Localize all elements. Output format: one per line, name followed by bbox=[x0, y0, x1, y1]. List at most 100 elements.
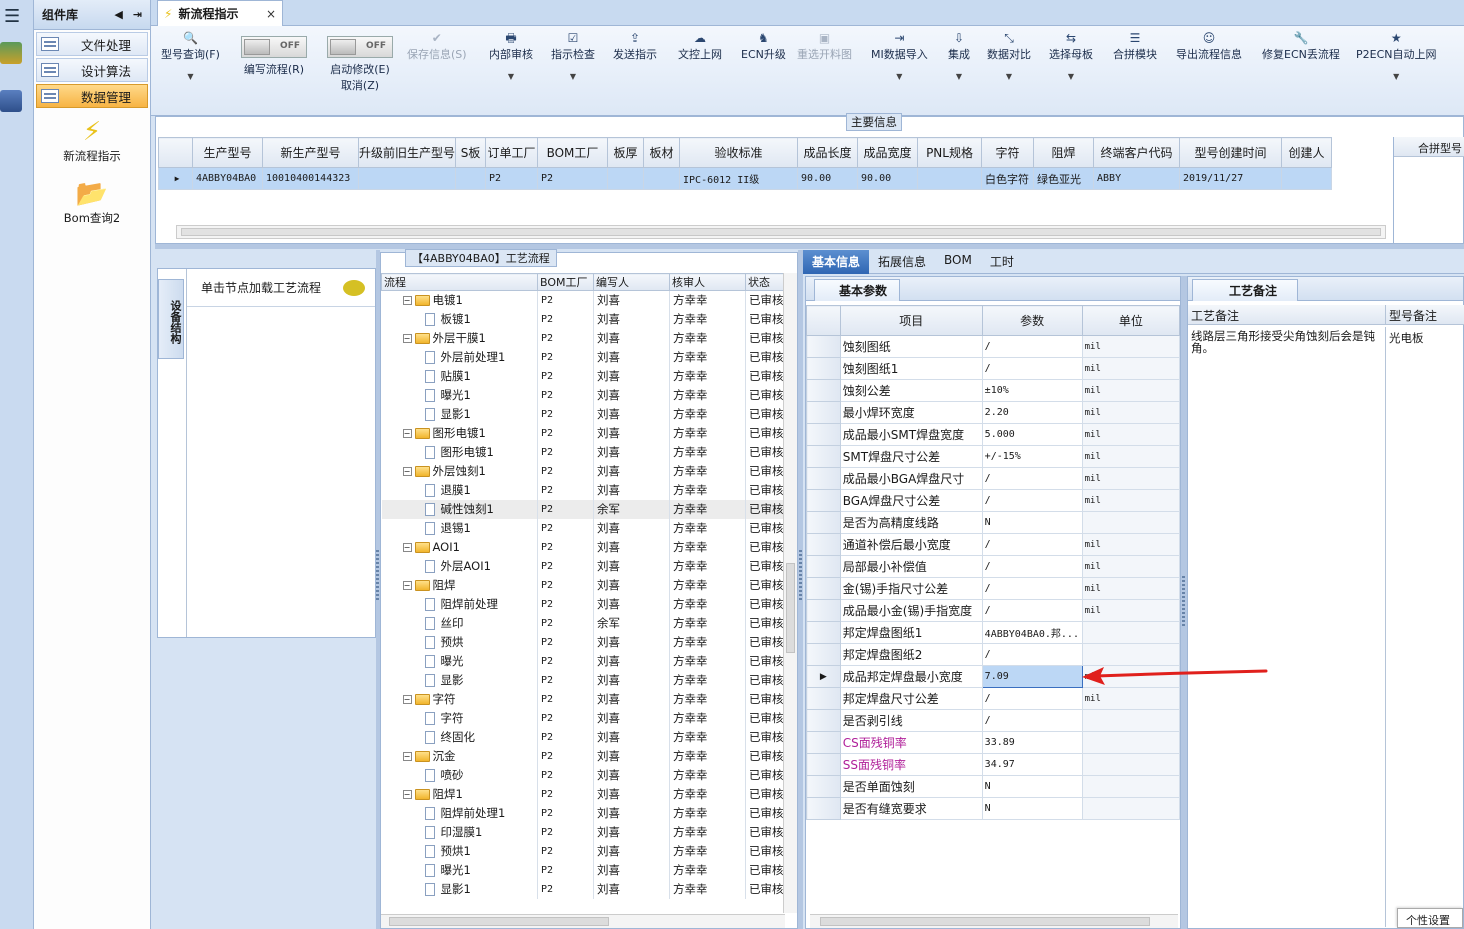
table-row[interactable]: 板镀1 P2 刘喜 方幸幸 已审核 bbox=[381, 309, 786, 329]
column-header[interactable]: 参数 bbox=[981, 305, 1083, 336]
fix-ecn-button[interactable]: 🔧 修复ECN丢流程 bbox=[1262, 30, 1340, 62]
table-row[interactable]: 成品最小BGA焊盘尺寸 / mil bbox=[806, 467, 1181, 490]
tree-collapse-icon[interactable]: − bbox=[402, 333, 412, 343]
sidebar-item-0[interactable]: 文件处理 bbox=[36, 32, 148, 56]
column-header[interactable]: BOM工厂 bbox=[537, 137, 609, 168]
column-header[interactable]: 型号创建时间 bbox=[1179, 137, 1283, 168]
mi-import-button[interactable]: ⇥ MI数据导入 ▼ bbox=[871, 30, 928, 81]
personal-settings-button[interactable]: 个性设置 bbox=[1397, 908, 1463, 928]
table-row[interactable]: SS面残铜率 34.97 bbox=[806, 753, 1181, 776]
column-header[interactable]: 新生产型号 bbox=[262, 137, 359, 168]
bom-query-tool[interactable]: 📂 Bom查询2 bbox=[34, 178, 150, 226]
start-modify-toggle[interactable]: OFF 启动修改(E) 取消(Z) bbox=[327, 30, 393, 93]
column-header[interactable]: 流程 bbox=[381, 273, 538, 291]
toggle-switch[interactable]: OFF bbox=[241, 36, 307, 58]
edit-flow-toggle[interactable]: OFF 编写流程(R) bbox=[241, 30, 307, 77]
param-value[interactable]: / bbox=[981, 357, 1083, 380]
table-row[interactable]: 丝印 P2 余军 方幸幸 已审核 bbox=[381, 613, 786, 633]
column-header[interactable]: 成品宽度 bbox=[857, 137, 919, 168]
table-row[interactable]: SMT焊盘尺寸公差 +/-15% mil bbox=[806, 445, 1181, 468]
table-cell[interactable]: ABBY bbox=[1093, 167, 1181, 190]
table-row[interactable]: 蚀刻图纸1/mil bbox=[806, 357, 1181, 380]
table-cell[interactable]: P2 bbox=[485, 167, 539, 190]
param-value[interactable]: +/-15% bbox=[981, 445, 1083, 468]
table-row[interactable]: BGA焊盘尺寸公差 / mil bbox=[806, 489, 1181, 512]
param-value[interactable]: 4ABBY04BA0.邦... bbox=[981, 621, 1083, 644]
detail-tab-0[interactable]: 基本信息 bbox=[803, 250, 870, 274]
table-cell[interactable]: 10010400144323 bbox=[262, 167, 359, 190]
table-row[interactable]: 成品最小SMT焊盘宽度 5.000 mil bbox=[806, 423, 1181, 446]
select-master-button[interactable]: ⇆ 选择母板 ▼ bbox=[1049, 30, 1093, 81]
close-icon[interactable]: × bbox=[266, 7, 276, 21]
table-row[interactable]: 阻焊前处理1 P2 刘喜 方幸幸 已审核 bbox=[381, 803, 786, 823]
column-header[interactable]: 板材 bbox=[643, 137, 681, 168]
process-splitter[interactable] bbox=[798, 250, 803, 929]
table-cell[interactable] bbox=[607, 167, 645, 190]
table-cell[interactable] bbox=[643, 167, 681, 190]
param-value[interactable]: 7.09 bbox=[981, 665, 1083, 688]
table-cell[interactable] bbox=[357, 167, 457, 190]
column-header[interactable]: 阻焊 bbox=[1033, 137, 1095, 168]
table-row[interactable]: 通道补偿后最小宽度 / mil bbox=[806, 533, 1181, 556]
table-cell[interactable]: 4ABBY04BA0 bbox=[192, 167, 263, 190]
param-value[interactable]: / bbox=[981, 643, 1083, 666]
param-value[interactable]: ±10% bbox=[981, 379, 1083, 402]
column-header[interactable]: 字符 bbox=[981, 137, 1035, 168]
app-icon-excel[interactable] bbox=[0, 42, 22, 64]
table-row[interactable]: 退膜1 P2 刘喜 方幸幸 已审核 bbox=[381, 480, 786, 500]
table-row[interactable]: 字符 P2 刘喜 方幸幸 已审核 bbox=[381, 708, 786, 728]
chevron-down-icon[interactable]: ▼ bbox=[161, 72, 220, 81]
export-flow-button[interactable]: ☺ 导出流程信息 bbox=[1176, 30, 1242, 62]
table-row[interactable]: 曝光1 P2 刘喜 方幸幸 已审核 bbox=[381, 385, 786, 405]
table-row[interactable]: 是否单面蚀刻 N bbox=[806, 775, 1181, 798]
collapse-left-icon[interactable]: ◀ bbox=[114, 8, 122, 21]
column-header[interactable]: 核审人 bbox=[669, 273, 746, 291]
param-value[interactable]: / bbox=[981, 335, 1083, 358]
table-row[interactable]: CS面残铜率 33.89 bbox=[806, 731, 1181, 754]
table-row[interactable]: 蚀刻图纸 / mil bbox=[806, 335, 1181, 358]
table-row[interactable]: 是否剥引线 / bbox=[806, 709, 1181, 732]
table-row[interactable]: 预烘 P2 刘喜 方幸幸 已审核 bbox=[381, 632, 786, 652]
param-value[interactable]: 34.97 bbox=[981, 753, 1083, 776]
detail-tab-3[interactable]: 工时 bbox=[981, 250, 1023, 274]
detail-tab-1[interactable]: 拓展信息 bbox=[869, 250, 935, 274]
table-row[interactable]: − 电镀1 P2 刘喜 方幸幸 已审核 bbox=[381, 290, 786, 310]
main-info-hscrollbar[interactable] bbox=[176, 225, 1386, 239]
table-cell[interactable] bbox=[1281, 167, 1333, 190]
table-cell[interactable] bbox=[455, 167, 487, 190]
toggle-switch[interactable]: OFF bbox=[327, 36, 393, 58]
table-row[interactable]: 局部最小补偿值 / mil bbox=[806, 555, 1181, 578]
table-row[interactable]: − 字符 P2 刘喜 方幸幸 已审核 bbox=[381, 689, 786, 709]
table-row[interactable]: 图形电镀1 P2 刘喜 方幸幸 已审核 bbox=[381, 442, 786, 462]
tab-basic-params[interactable]: 基本参数 bbox=[814, 279, 901, 301]
table-cell[interactable]: P2 bbox=[537, 167, 609, 190]
table-row[interactable]: − 阻焊 P2 刘喜 方幸幸 已审核 bbox=[381, 575, 786, 595]
instruction-check-button[interactable]: ☑ 指示检查 ▼ bbox=[551, 30, 595, 81]
table-row[interactable]: 成品最小金(锡)手指宽度 / mil bbox=[806, 599, 1181, 622]
param-value[interactable]: / bbox=[981, 489, 1083, 512]
data-compare-button[interactable]: ⤡ 数据对比 ▼ bbox=[987, 30, 1031, 81]
table-row[interactable]: 是否为高精度线路 N bbox=[806, 511, 1181, 534]
tree-collapse-icon[interactable]: − bbox=[402, 542, 412, 552]
column-header[interactable]: 订单工厂 bbox=[485, 137, 539, 168]
table-row[interactable]: 显影 P2 刘喜 方幸幸 已审核 bbox=[381, 670, 786, 690]
tree-collapse-icon[interactable]: − bbox=[402, 751, 412, 761]
process-remark-text[interactable]: 线路层三角形接受尖角蚀刻后会是钝角。 bbox=[1188, 327, 1386, 927]
table-row[interactable]: 贴膜1 P2 刘喜 方幸幸 已审核 bbox=[381, 366, 786, 386]
tree-collapse-icon[interactable]: − bbox=[402, 694, 412, 704]
column-header[interactable]: 状态 bbox=[745, 273, 786, 291]
tree-collapse-icon[interactable]: − bbox=[402, 789, 412, 799]
table-row[interactable]: − 外层干膜1 P2 刘喜 方幸幸 已审核 bbox=[381, 328, 786, 348]
table-row[interactable]: 终固化 P2 刘喜 方幸幸 已审核 bbox=[381, 727, 786, 747]
basic-params-hscrollbar[interactable] bbox=[810, 914, 1178, 928]
column-header[interactable]: 单位 bbox=[1081, 305, 1181, 336]
table-cell[interactable]: 2019/11/27 bbox=[1179, 167, 1283, 190]
table-row[interactable]: 曝光 P2 刘喜 方幸幸 已审核 bbox=[381, 651, 786, 671]
p2ecn-upload-button[interactable]: ★ P2ECN自动上网 ▼ bbox=[1356, 30, 1437, 81]
column-header[interactable]: 终端客户代码 bbox=[1093, 137, 1181, 168]
integrate-button[interactable]: ⇩ 集成 ▼ bbox=[948, 30, 970, 81]
tab-process-remarks[interactable]: 工艺备注 bbox=[1192, 279, 1299, 301]
column-header[interactable]: 项目 bbox=[839, 305, 983, 336]
column-header[interactable]: 编写人 bbox=[593, 273, 670, 291]
table-row[interactable]: 邦定焊盘图纸1 4ABBY04BA0.邦... bbox=[806, 621, 1181, 644]
